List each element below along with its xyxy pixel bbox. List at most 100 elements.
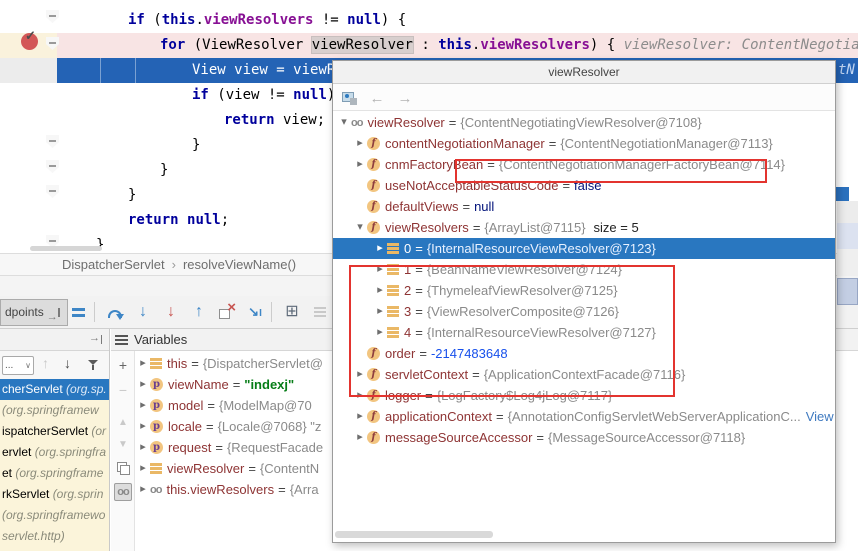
thread-selector-value: ... [5,360,13,371]
view-link[interactable]: View [806,406,834,427]
variable-row[interactable]: ▸fservletContext={ApplicationContextFaca… [333,364,835,385]
window-edge-fragment [837,249,858,276]
step-out-icon[interactable]: ↑ [187,300,211,324]
variable-name: useNotAcceptableStatusCode [385,175,558,196]
variables-menu-icon[interactable] [115,335,128,345]
open-in-variables-icon[interactable] [339,88,359,108]
expand-chevron-icon[interactable]: ▸ [373,280,387,301]
code-token: ) { [381,12,406,28]
variable-name: contentNegotiationManager [385,133,545,154]
equals-sign: = [207,395,215,416]
remove-watch-icon[interactable]: − [114,381,132,399]
expand-chevron-icon[interactable]: ▸ [373,259,387,280]
frame-row[interactable]: ervlet (org.springfra [0,442,109,463]
frame-down-icon[interactable]: ↓ [64,355,71,371]
frame-row[interactable]: (org.springframew [0,400,109,421]
frame-row[interactable]: cherServlet (org.sp. [0,379,109,400]
run-to-cursor-icon[interactable]: ↘I [243,300,267,324]
frame-row[interactable]: servlet.http) [0,526,109,547]
fold-marker-icon[interactable] [46,185,59,198]
forward-arrow-icon[interactable]: → [395,88,415,108]
breakpoints-tab[interactable]: dpoints [0,299,68,326]
expand-chevron-icon[interactable]: ▸ [353,133,367,154]
breadcrumb-item-class[interactable]: DispatcherServlet [62,257,165,272]
expand-chevron-icon[interactable]: ▸ [373,301,387,322]
frame-row[interactable]: (org.springframewo [0,505,109,526]
force-step-into-icon[interactable]: ↓ [159,300,183,324]
back-arrow-icon[interactable]: ← [367,88,387,108]
expand-chevron-icon[interactable]: ▸ [136,416,150,437]
variable-value: {ModelMap@70 [219,395,312,416]
drop-frame-icon[interactable] [215,300,239,324]
compare-disabled-icon[interactable] [308,300,332,324]
expand-chevron-icon[interactable]: ▸ [353,406,367,427]
variable-value: {BeanNameViewResolver@7124} [427,259,622,280]
show-watches-icon[interactable]: oo [114,483,132,501]
field-icon: f [367,431,380,444]
frame-row[interactable]: et (org.springframe [0,463,109,484]
editor-hscrollbar[interactable] [30,246,102,251]
frame-up-icon[interactable]: ↑ [42,355,49,371]
variable-name: viewResolvers [385,217,469,238]
step-over-icon[interactable] [103,300,127,324]
variable-row[interactable]: ▸flogger={LogFactory$Log4jLog@7117} [333,385,835,406]
variable-row[interactable]: fuseNotAcceptableStatusCode=false [333,175,835,196]
frame-package: (org.springframew [2,403,99,417]
frame-row[interactable]: ispatcherServlet (or [0,421,109,442]
expand-chevron-icon[interactable]: ▸ [353,364,367,385]
variable-row[interactable]: ▸0={InternalResourceViewResolver@7123} [333,238,835,259]
frames-list[interactable]: cherServlet (org.sp. (org.springframew isp… [0,379,109,551]
expand-chevron-icon[interactable]: ▸ [136,479,150,500]
fold-marker-icon[interactable] [46,10,59,23]
pin-icon[interactable] [89,334,103,346]
add-watch-icon[interactable]: + [114,356,132,374]
expand-chevron-icon[interactable]: ▸ [136,437,150,458]
expand-chevron-icon[interactable]: ▸ [353,154,367,175]
fold-marker-icon[interactable] [46,160,59,173]
popup-variable-tree[interactable]: ▾ooviewResolver={ContentNegotiatingViewR… [333,112,835,517]
expand-chevron-icon[interactable]: ▾ [337,112,351,133]
move-up-icon[interactable]: ▲ [114,413,132,431]
expand-chevron-icon[interactable]: ▾ [353,217,367,238]
field-icon: f [367,158,380,171]
code-line: View view = viewR [192,58,335,83]
expand-chevron-icon[interactable]: ▸ [136,374,150,395]
variable-row[interactable]: fdefaultViews=null [333,196,835,217]
expand-chevron-icon[interactable]: ▸ [373,238,387,259]
frame-row[interactable]: rkServlet (org.sprin [0,484,109,505]
frame-package: (or [91,424,106,438]
variable-row[interactable]: ▸2={ThymeleafViewResolver@7125} [333,280,835,301]
breadcrumb-item-method[interactable]: resolveViewName() [183,257,296,272]
variable-row[interactable]: ▾fviewResolvers={ArrayList@7115}size = 5 [333,217,835,238]
thread-selector[interactable]: ...∨ [2,356,34,375]
variable-row[interactable]: forder=-2147483648 [333,343,835,364]
copy-frames-icon[interactable] [114,459,132,477]
variable-row[interactable]: ▾ooviewResolver={ContentNegotiatingViewR… [333,112,835,133]
expand-chevron-icon[interactable]: ▸ [373,322,387,343]
variable-value: {ApplicationContextFacade@7116} [484,364,686,385]
fold-marker-icon[interactable] [46,135,59,148]
move-down-icon[interactable]: ▼ [114,435,132,453]
expand-chevron-icon[interactable]: ▸ [136,458,150,479]
filter-funnel-icon[interactable] [88,359,100,371]
variable-name: 4 [404,322,411,343]
verified-breakpoint-icon[interactable] [21,33,38,50]
expand-chevron-icon[interactable]: ▸ [353,385,367,406]
show-execution-point-icon[interactable] [66,300,90,324]
expand-chevron-icon[interactable]: ▸ [136,353,150,374]
variable-row[interactable]: ▸3={ViewResolverComposite@7126} [333,301,835,322]
popup-title[interactable]: viewResolver [333,61,835,84]
variable-value: {InternalResourceViewResolver@7123} [427,238,656,259]
expand-chevron-icon[interactable]: ▸ [353,427,367,448]
variable-row[interactable]: ▸1={BeanNameViewResolver@7124} [333,259,835,280]
evaluate-expression-icon[interactable]: ⊞ [280,300,304,324]
variable-row[interactable]: ▸fapplicationContext={AnnotationConfigSe… [333,406,835,427]
variable-row[interactable]: ▸fcontentNegotiationManager={ContentNego… [333,133,835,154]
variable-row[interactable]: ▸fmessageSourceAccessor={MessageSourceAc… [333,427,835,448]
variable-row[interactable]: ▸4={InternalResourceViewResolver@7127} [333,322,835,343]
expand-chevron-icon[interactable]: ▸ [136,395,150,416]
popup-hscrollbar[interactable] [335,531,493,538]
step-into-icon[interactable]: ↓ [131,300,155,324]
variable-row[interactable]: ▸fcnmFactoryBean={ContentNegotiationMana… [333,154,835,175]
frame-package: (org.sprin [53,487,104,501]
